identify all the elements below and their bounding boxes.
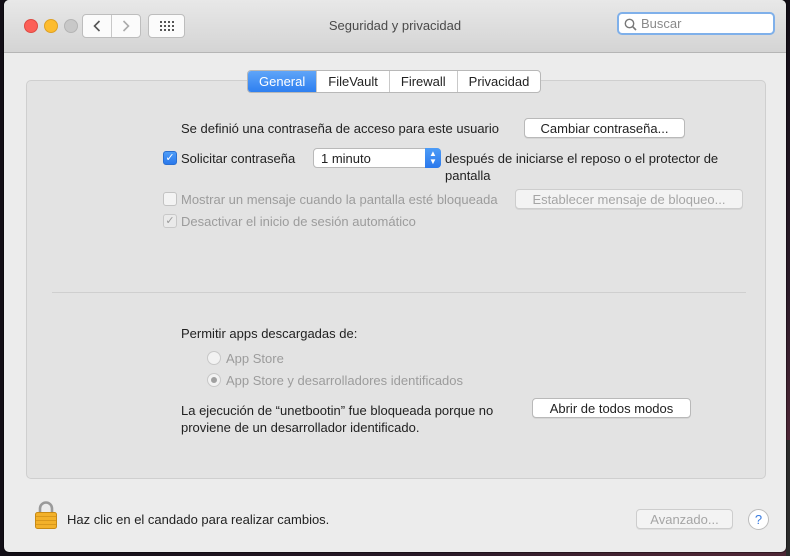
set-lock-message-button[interactable]: Establecer mensaje de bloqueo... [515, 189, 743, 209]
blocked-app-text-2: proviene de un desarrollador identificad… [181, 420, 420, 435]
disable-auto-login-checkbox[interactable]: ✓ [163, 214, 177, 228]
lock-instructions: Haz clic en el candado para realizar cam… [67, 512, 330, 527]
open-anyway-button[interactable]: Abrir de todos modos [532, 398, 691, 418]
tab-firewall[interactable]: Firewall [388, 71, 457, 92]
show-message-checkbox[interactable] [163, 192, 177, 206]
radio-app-store[interactable] [207, 351, 221, 365]
advanced-button[interactable]: Avanzado... [636, 509, 733, 529]
radio-selected-dot [211, 377, 217, 383]
after-sleep-text: después de iniciarse el reposo o el prot… [445, 151, 719, 166]
section-divider [52, 292, 746, 293]
blocked-app-text: La ejecución de “unetbootin” fue bloquea… [181, 403, 494, 418]
show-message-label: Mostrar un mensaje cuando la pantalla es… [181, 192, 498, 207]
tab-bar: General FileVault Firewall Privacidad [247, 70, 542, 93]
search-input[interactable] [641, 14, 771, 33]
updown-chevron-icon: ▲ ▼ [425, 148, 441, 168]
tab-filevault[interactable]: FileVault [316, 71, 389, 92]
require-password-checkbox[interactable]: ✓ [163, 151, 177, 165]
search-icon [624, 18, 637, 31]
help-button[interactable]: ? [748, 509, 769, 530]
radio-identified-label: App Store y desarrolladores identificado… [226, 373, 464, 388]
radio-identified-developers[interactable] [207, 373, 221, 387]
require-password-delay-select[interactable]: 1 minuto ▲ ▼ [313, 148, 441, 168]
tab-general[interactable]: General [248, 71, 317, 92]
require-password-label: Solicitar contraseña [181, 151, 296, 166]
change-password-button[interactable]: Cambiar contraseña... [524, 118, 685, 138]
disable-auto-login-label: Desactivar el inicio de sesión automátic… [181, 214, 416, 229]
lock-icon[interactable] [34, 500, 58, 530]
password-set-text: Se definió una contraseña de acceso para… [181, 121, 499, 136]
select-value: 1 minuto [321, 151, 371, 166]
tab-privacy[interactable]: Privacidad [456, 71, 541, 92]
desktop-window-edge [786, 440, 790, 556]
search-field[interactable] [617, 12, 775, 35]
preferences-window: Seguridad y privacidad General FileVault… [4, 0, 786, 552]
radio-app-store-label: App Store [226, 351, 284, 366]
title-bar: Seguridad y privacidad [4, 0, 786, 53]
after-sleep-text-2: pantalla [445, 168, 491, 183]
allow-apps-title: Permitir apps descargadas de: [181, 326, 358, 341]
